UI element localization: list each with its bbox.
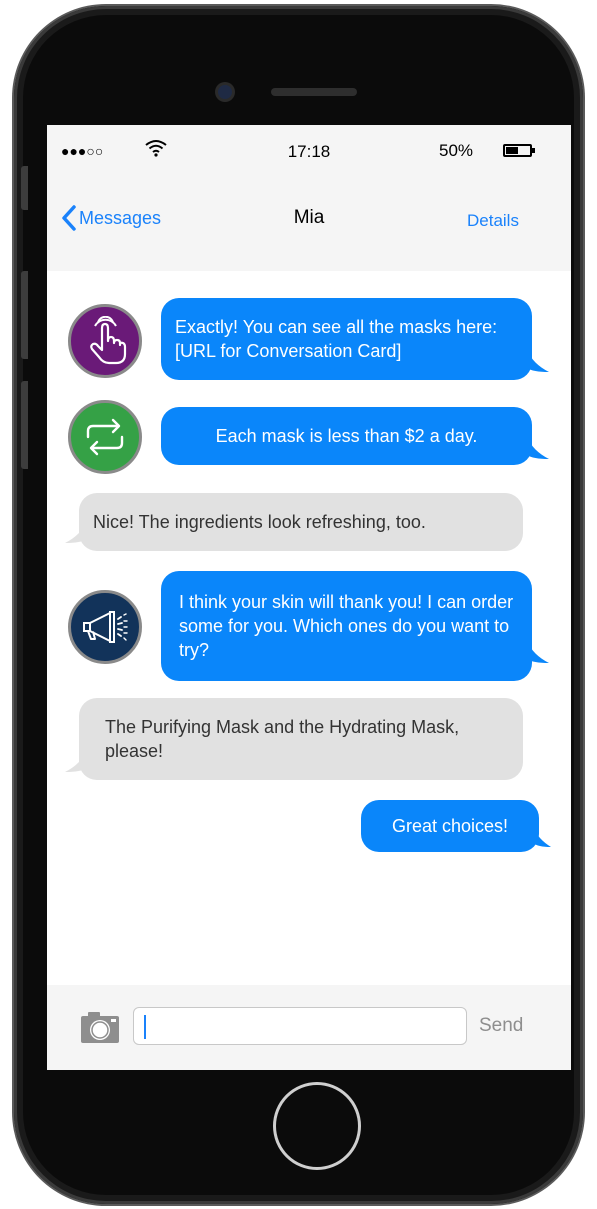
details-button[interactable]: Details [467,211,519,231]
message-input[interactable] [133,1007,467,1045]
bubble-tail [65,750,87,772]
message-bubble-outgoing: Each mask is less than $2 a day. [161,407,532,465]
header: ●●●○○ 17:18 50% Messages Mia Details [47,125,571,271]
avatar-repeat [68,400,142,474]
bubble-tail [527,350,549,372]
clock: 17:18 [287,142,331,161]
volume-down-button [21,381,28,469]
repeat-arrows-icon [86,418,124,456]
screen: ●●●○○ 17:18 50% Messages Mia Details Exa… [47,125,571,1070]
battery-icon [503,144,535,157]
bubble-tail [527,437,549,459]
bubble-tail [533,827,551,847]
battery-percent: 50% [439,141,474,160]
mute-switch [21,166,28,210]
message-text: Great choices! [391,816,509,836]
avatar-megaphone [68,590,142,664]
message-bubble-incoming: The Purifying Mask and the Hydrating Mas… [79,698,523,780]
nav-bar: Messages Mia Details [47,205,571,235]
megaphone-icon [83,611,128,643]
message-text: The Purifying Mask and the Hydrating Mas… [105,717,460,761]
status-bar: ●●●○○ 17:18 50% [47,140,571,165]
camera-icon[interactable] [79,1011,121,1045]
message-bubble-outgoing: Exactly! You can see all the masks here:… [161,298,532,380]
input-bar: Send [47,985,571,1070]
message-text: Nice! The ingredients look refreshing, t… [93,512,426,532]
message-text: Exactly! You can see all the masks here:… [175,317,498,361]
avatar-touch [68,304,142,378]
home-button[interactable] [273,1082,361,1170]
message-text: I think your skin will thank you! I can … [179,592,514,660]
front-camera [218,85,232,99]
bubble-tail [65,521,87,543]
message-bubble-outgoing: I think your skin will thank you! I can … [161,571,532,681]
touch-hand-icon [90,316,127,365]
earpiece-speaker [271,88,357,96]
volume-up-button [21,271,28,359]
bubble-tail [527,641,549,663]
message-text: Each mask is less than $2 a day. [215,426,478,446]
message-bubble-outgoing: Great choices! [361,800,539,852]
message-bubble-incoming: Nice! The ingredients look refreshing, t… [79,493,523,551]
send-button[interactable]: Send [479,1015,523,1037]
text-cursor [144,1015,146,1039]
